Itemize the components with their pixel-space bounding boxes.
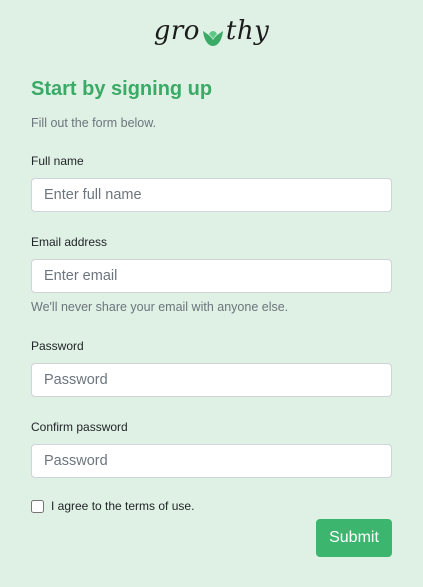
page-subtitle: Fill out the form below. [31,116,157,130]
growthy-logo: gro thy [0,14,423,48]
full-name-label: Full name [31,154,84,168]
email-input[interactable] [31,259,392,293]
terms-row: I agree to the terms of use. [31,499,194,513]
terms-checkbox[interactable] [31,499,44,513]
password-input[interactable] [31,363,392,397]
page-title: Start by signing up [31,78,213,100]
email-help-text: We'll never share your email with anyone… [31,300,289,314]
password-label: Password [31,339,84,353]
full-name-input[interactable] [31,178,392,212]
confirm-password-label: Confirm password [31,420,128,434]
submit-button[interactable]: Submit [316,519,392,557]
logo-text-right: thy [225,16,270,46]
tulip-leaf-icon [201,23,225,46]
email-label: Email address [31,235,108,249]
logo-text-left: gro [153,16,200,46]
confirm-password-input[interactable] [31,444,392,478]
terms-label[interactable]: I agree to the terms of use. [51,499,194,513]
